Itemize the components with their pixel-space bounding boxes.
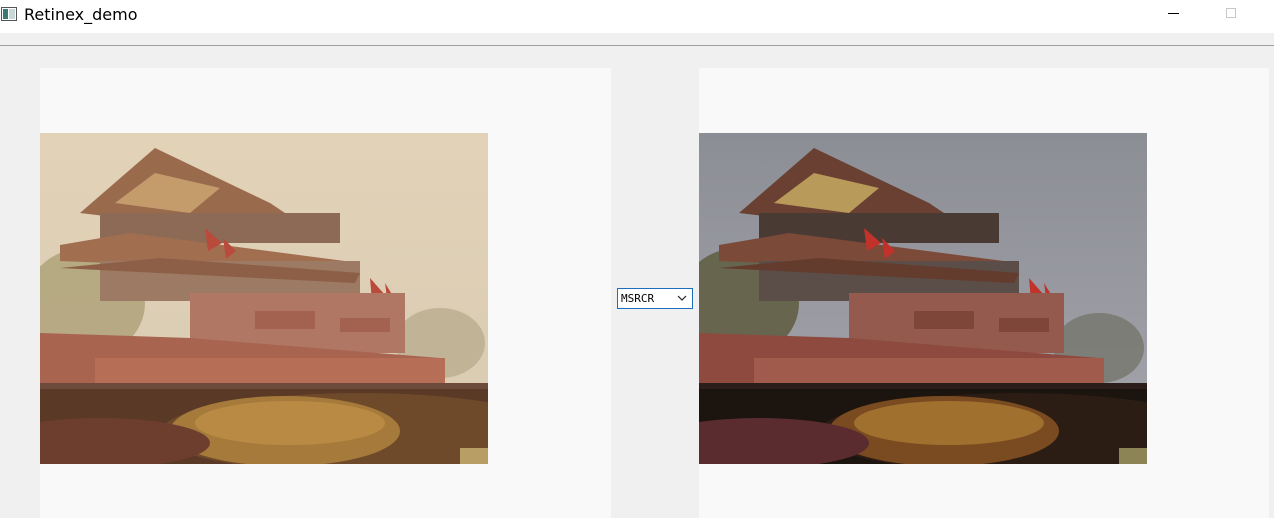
- processed-image: [699, 133, 1147, 464]
- menu-separator: [0, 45, 1274, 46]
- original-image-panel: [40, 68, 611, 518]
- algorithm-select-value: MSRCR: [621, 292, 655, 305]
- window-title: Retinex_demo: [24, 5, 138, 24]
- original-image: [40, 133, 488, 464]
- minimize-button[interactable]: [1151, 0, 1197, 31]
- algorithm-select[interactable]: MSRCR: [617, 288, 693, 309]
- chevron-down-icon: [677, 295, 687, 301]
- title-bar: Retinex_demo: [0, 0, 1274, 33]
- processed-image-panel: [699, 68, 1269, 518]
- app-window-icon: [1, 7, 17, 21]
- minimize-icon: [1168, 13, 1179, 14]
- maximize-icon: [1226, 8, 1236, 18]
- maximize-button[interactable]: [1209, 0, 1255, 31]
